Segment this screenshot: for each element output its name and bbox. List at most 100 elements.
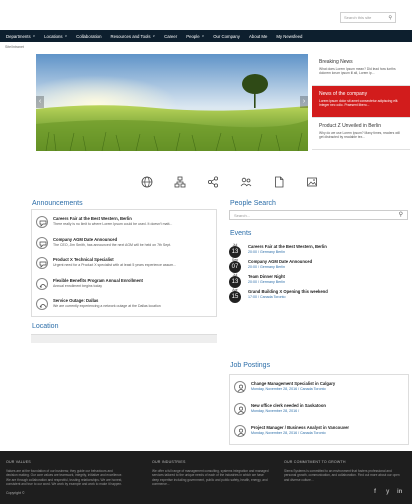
people-icon[interactable] [240, 176, 252, 188]
footer-industries-text: We offer a full range of management cons… [152, 469, 269, 486]
people-search-title: People Search [230, 200, 276, 207]
announcement-desc: There really is no limit to where Lorem … [53, 222, 173, 226]
events-list: Jul 13 Careers Fair at the Best Western, B… [229, 243, 409, 303]
event-day: 15 [229, 291, 241, 303]
event-location-link[interactable]: 20:00 / Germany Berlin [248, 280, 285, 284]
carousel-side-item[interactable]: News of the company Lorem ipsum dolor sit… [312, 86, 410, 118]
footer-commitment: OUR COMMITMENT TO GROWTH Sierra Systems … [284, 460, 402, 482]
event-day: 13 [229, 276, 241, 288]
chevron-down-icon: ∨ [64, 34, 68, 38]
carousel-prev-button[interactable]: ‹ [36, 96, 44, 108]
announcement-title: Company AGM Date Announced [53, 236, 118, 242]
event-location-link[interactable]: 20:00 / Germany Berlin [248, 265, 285, 269]
carousel-side-desc: Why do we use Lorem Ipsum? Many times, r… [319, 131, 400, 139]
nav-item-my-newsfeed[interactable]: My Newsfeed [276, 34, 302, 39]
job-posting-item[interactable]: Change Management Specialist in Calgary M… [234, 379, 404, 401]
event-location-link[interactable]: 17:00 / Canada Toronto [248, 295, 286, 299]
job-postings-title: Job Postings [230, 362, 271, 369]
user-icon [234, 381, 246, 393]
announcement-desc: Urgent need for a Product X specialist w… [53, 263, 177, 267]
user-icon [234, 403, 246, 415]
announcement-item[interactable]: Flexible Benefits Program Annual Enrollm… [36, 276, 214, 295]
nav-item-resources-and-tools[interactable]: Resources and Tools ∨ [110, 34, 155, 39]
announcements-list: Careers Fair at the Best Western, Berlin… [31, 209, 217, 317]
nav-item-label: About Me [248, 33, 268, 39]
announcement-item[interactable]: Service Outage: Dallas We are currently e… [36, 296, 214, 315]
event-item[interactable]: Jul 13 Team Dinner Night 20:00 / Germany Be… [229, 273, 409, 288]
document-icon[interactable] [273, 176, 285, 188]
job-title: New office clerk needed in Saskatoon [251, 403, 326, 408]
nav-item-label: Our Company [213, 33, 240, 39]
announcement-title: Product X Technical Specialist [53, 257, 114, 262]
job-postings-list: Change Management Specialist in Calgary M… [229, 374, 409, 445]
chevron-down-icon: ∨ [152, 34, 156, 38]
chevron-down-icon: ∨ [32, 34, 36, 38]
nav-item-people[interactable]: People ∨ [186, 34, 204, 39]
event-item[interactable]: Apr 15 Grand Building X Opening this weeke… [229, 288, 409, 303]
event-item[interactable]: Sep 07 Company AGM Date Announced 20:00 / G… [229, 258, 409, 273]
share-icon[interactable] [207, 176, 219, 188]
footer-values-title: OUR VALUES [6, 460, 31, 464]
nav-item-career[interactable]: Career [164, 34, 177, 39]
footer-values: OUR VALUES Values are at the foundation … [6, 460, 124, 486]
globe-icon[interactable] [141, 176, 153, 188]
nav-item-our-company[interactable]: Our Company [213, 34, 240, 39]
nav-item-label: Resources and Tools [110, 33, 151, 39]
linkedin-icon[interactable]: in [397, 489, 402, 495]
nav-item-locations[interactable]: Locations ∨ [44, 34, 67, 39]
event-title: Team Dinner Night [248, 274, 285, 279]
twitter-icon[interactable]: y [386, 489, 389, 495]
nav-item-about-me[interactable]: About Me [249, 34, 267, 39]
announcement-item[interactable]: Careers Fair at the Best Western, Berlin… [36, 214, 214, 233]
carousel-side-title: News of the company [319, 91, 368, 97]
job-meta-link[interactable]: Monday, November 28, 2016 / [251, 409, 299, 413]
carousel-side-desc: What does Lorem Ipsum mean? Did lead how… [319, 67, 396, 75]
quicklinks-row [0, 176, 412, 190]
event-title: Company AGM Date Announced [248, 259, 313, 264]
comment-icon [36, 236, 48, 249]
event-item[interactable]: Jul 13 Careers Fair at the Best Western, B… [229, 243, 409, 258]
nav-item-label: People [186, 33, 200, 39]
carousel-side-title: Breaking News [319, 59, 353, 65]
copyright: Copyright © [6, 491, 25, 495]
nav-item-label: Locations [44, 33, 63, 39]
chevron-down-icon: ∨ [201, 34, 205, 38]
job-posting-item[interactable]: Project Manager / Business Analyst in Va… [234, 423, 404, 445]
announcement-title: Flexible Benefits Program Annual Enrollm… [53, 277, 143, 283]
facebook-icon[interactable]: f [374, 489, 376, 495]
nav-item-collaboration[interactable]: Collaboration [76, 34, 101, 39]
search-icon[interactable]: ⚲ [388, 15, 392, 21]
nav-item-label: My Newsfeed [276, 33, 303, 39]
site-search-placeholder: Search this site [344, 15, 372, 20]
hero-carousel-image[interactable]: ‹ › [36, 54, 308, 151]
event-day: 07 [229, 261, 241, 273]
carousel-side-item[interactable]: Breaking News What does Lorem Ipsum mean?… [312, 54, 410, 86]
job-meta-link[interactable]: Monday, November 28, 2016 / Canada Toron… [251, 387, 326, 391]
announcement-item[interactable]: Company AGM Date Announced The CEO, Jim S… [36, 235, 214, 254]
announcement-item[interactable]: Product X Technical Specialist Urgent nee… [36, 255, 214, 274]
nav-item-departments[interactable]: Departments ∨ [6, 34, 35, 39]
nav-item-label: Career [164, 33, 178, 39]
carousel-side-item[interactable]: Product Z Unveiled in Berlin Why do we us… [312, 118, 410, 150]
footer-commitment-title: OUR COMMITMENT TO GROWTH [284, 460, 346, 464]
nav-item-label: Departments [6, 33, 31, 39]
footer: OUR VALUES Values are at the foundation … [0, 451, 412, 504]
comment-icon [36, 257, 48, 269]
site-search-input[interactable]: Search this site ⚲ [340, 12, 396, 23]
job-meta-link[interactable]: Monday, November 28, 2016 / Canada Toron… [251, 431, 326, 435]
search-icon[interactable]: ⚲ [399, 211, 403, 218]
location-panel [31, 334, 217, 343]
job-posting-item[interactable]: New office clerk needed in Saskatoon Mond… [234, 401, 404, 423]
main-nav: Departments ∨ Locations ∨ Collaboration Resou… [0, 30, 412, 42]
people-search-input[interactable]: Search... ⚲ [229, 210, 408, 220]
job-title: Change Management Specialist in Calgary [251, 381, 336, 386]
carousel-side-desc: Lorem ipsum dolor sit amet consectetur a… [319, 99, 399, 107]
hero-meadow-image [36, 54, 308, 151]
announcement-desc: The CEO, Jim Smith, has announced the ne… [53, 242, 172, 247]
media-icon[interactable] [306, 176, 318, 188]
org-chart-icon[interactable] [174, 176, 186, 188]
events-title: Events [230, 230, 252, 237]
event-location-link[interactable]: 20:00 / Germany Berlin [248, 250, 285, 254]
breadcrumb[interactable]: Site/Intranet [5, 45, 24, 49]
carousel-next-button[interactable]: › [300, 96, 308, 108]
